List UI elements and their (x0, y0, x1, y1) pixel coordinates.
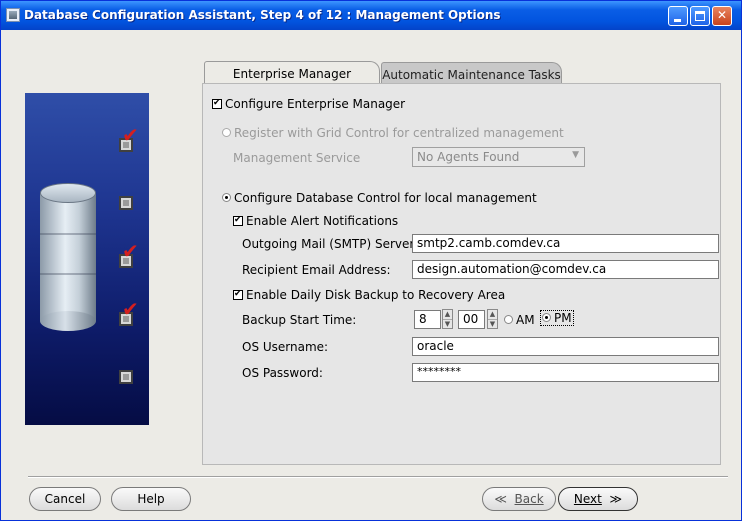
am-radio[interactable] (504, 315, 513, 324)
am-label: AM (516, 313, 535, 327)
next-button[interactable]: Next ≫ (558, 487, 638, 511)
help-button[interactable]: Help (111, 487, 191, 511)
configure-em-label: Configure Enterprise Manager (225, 97, 406, 111)
db-control-row[interactable]: Configure Database Control for local man… (222, 191, 537, 205)
backup-hour-field[interactable]: 8 (414, 310, 441, 329)
tab-enterprise-manager[interactable]: Enterprise Manager (204, 61, 380, 83)
step-check-icon-3: ✔ (122, 239, 139, 263)
chevron-right-icon: ≫ (609, 492, 623, 506)
smtp-field[interactable]: smtp2.camb.comdev.ca (412, 234, 719, 253)
step-checkbox-2 (119, 196, 133, 210)
mgmt-service-label: Management Service (233, 151, 361, 165)
spin-down-icon[interactable]: ▼ (443, 320, 452, 329)
backup-row[interactable]: Enable Daily Disk Backup to Recovery Are… (233, 288, 505, 302)
am-option[interactable]: AM (504, 313, 535, 327)
configure-em-row[interactable]: Configure Enterprise Manager (212, 97, 405, 111)
backup-label: Enable Daily Disk Backup to Recovery Are… (246, 288, 506, 302)
os-username-label: OS Username: (242, 340, 329, 354)
step-check-icon-4: ✔ (122, 297, 139, 321)
dialog-content: ✔ ✔ ✔ Enterprise Manager Automatic Maint… (1, 30, 741, 520)
title-bar[interactable]: Database Configuration Assistant, Step 4… (1, 1, 741, 30)
chevron-left-icon: ≪ (494, 492, 507, 506)
spin-up-icon[interactable]: ▲ (488, 310, 497, 320)
database-cylinder-icon (40, 183, 96, 333)
pm-label: PM (554, 311, 572, 325)
dbca-window: Database Configuration Assistant, Step 4… (0, 0, 742, 521)
backup-time-label: Backup Start Time: (242, 313, 357, 327)
minimize-button[interactable] (668, 6, 688, 26)
email-field[interactable]: design.automation@comdev.ca (412, 260, 719, 279)
minimize-icon (674, 19, 681, 22)
db-control-radio[interactable] (222, 193, 231, 202)
os-password-label: OS Password: (242, 366, 323, 380)
maximize-icon (695, 11, 705, 21)
step-check-icon-1: ✔ (122, 123, 139, 147)
next-label: Next (573, 492, 602, 506)
grid-control-radio (222, 128, 231, 137)
minute-spinner[interactable]: ▲ ▼ (487, 309, 498, 329)
grid-control-row: Register with Grid Control for centraliz… (222, 126, 564, 140)
window-title: Database Configuration Assistant, Step 4… (24, 8, 501, 22)
step-checkbox-5 (119, 370, 133, 384)
grid-control-label: Register with Grid Control for centraliz… (234, 126, 564, 140)
close-icon: ✕ (716, 8, 728, 22)
close-button[interactable]: ✕ (712, 6, 732, 26)
spin-up-icon[interactable]: ▲ (443, 310, 452, 320)
maximize-button[interactable] (690, 6, 710, 26)
back-label: Back (514, 492, 544, 506)
pm-option[interactable]: PM (540, 310, 574, 326)
separator (28, 476, 728, 478)
configure-em-checkbox[interactable] (212, 97, 222, 109)
backup-checkbox[interactable] (233, 288, 243, 300)
os-password-field[interactable]: ******** (412, 363, 719, 382)
alerts-row[interactable]: Enable Alert Notifications (233, 214, 398, 228)
wizard-progress-panel: ✔ ✔ ✔ (25, 93, 149, 425)
cancel-button[interactable]: Cancel (29, 487, 101, 511)
back-button[interactable]: ≪ Back (482, 487, 556, 511)
email-label: Recipient Email Address: (242, 263, 391, 277)
hour-spinner[interactable]: ▲ ▼ (442, 309, 453, 329)
tab-automatic-maintenance[interactable]: Automatic Maintenance Tasks (381, 62, 562, 84)
os-username-field[interactable]: oracle (412, 337, 719, 356)
app-icon (6, 8, 20, 22)
mgmt-service-dropdown: No Agents Found ▼ (412, 147, 585, 167)
db-control-label: Configure Database Control for local man… (234, 191, 537, 205)
backup-minute-field[interactable]: 00 (458, 310, 485, 329)
chevron-down-icon: ▼ (572, 150, 579, 160)
alerts-label: Enable Alert Notifications (246, 214, 399, 228)
mgmt-service-value: No Agents Found (417, 150, 520, 164)
spin-down-icon[interactable]: ▼ (488, 320, 497, 329)
pm-radio[interactable] (542, 313, 551, 322)
smtp-label: Outgoing Mail (SMTP) Server: (242, 237, 419, 251)
alerts-checkbox[interactable] (233, 214, 243, 226)
